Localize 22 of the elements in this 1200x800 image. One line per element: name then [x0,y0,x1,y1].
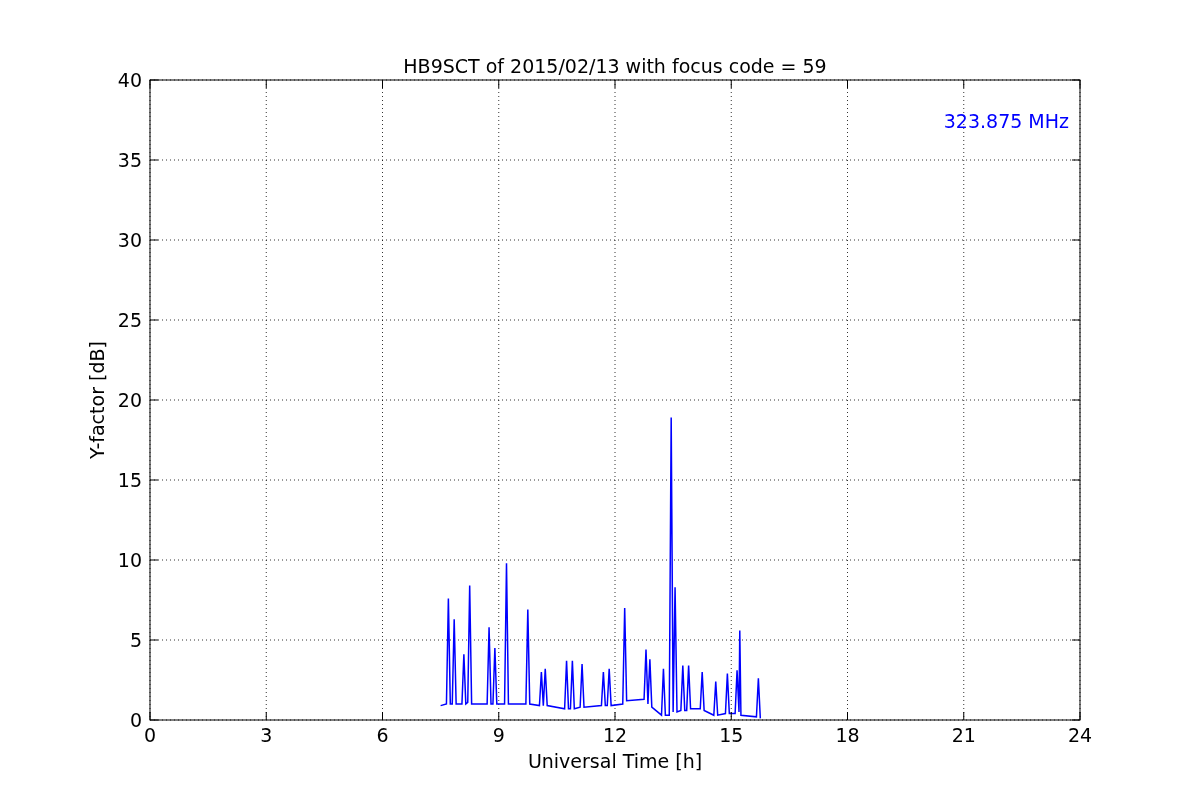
chart-title: HB9SCT of 2015/02/13 with focus code = 59 [403,55,827,77]
tick-label: 21 [951,724,976,746]
tick-label: 6 [376,724,389,746]
tick-label: 5 [129,629,142,651]
tick-label: 0 [143,724,157,746]
tick-label: 9 [492,724,505,746]
tick-label: 10 [117,549,142,571]
tick-label: 12 [602,724,628,746]
tick-label: 15 [117,469,142,491]
tick-label: 20 [117,389,142,411]
tick-label: 24 [1067,724,1093,746]
tick-label: 40 [117,69,142,91]
series-label: 323.875 MHz [943,110,1069,132]
tick-label: 0 [129,709,142,731]
tick-label: 18 [835,724,860,746]
tick-label: 35 [117,149,142,171]
tick-label: 3 [260,724,273,746]
axis-label: Y-factor [dB] [86,341,108,459]
tick-label: 30 [117,229,142,251]
axis-label: Universal Time [h] [527,750,703,772]
tick-label: 25 [117,309,142,331]
tick-label: 15 [719,724,744,746]
